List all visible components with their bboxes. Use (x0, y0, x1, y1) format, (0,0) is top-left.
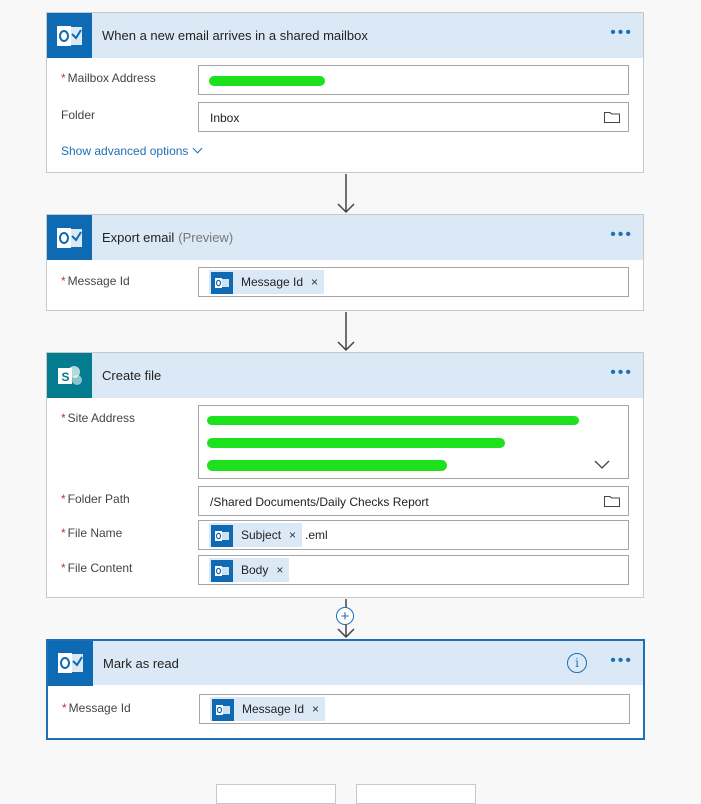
message-id-input[interactable]: Message Id × (198, 267, 629, 297)
redacted-value (207, 460, 447, 471)
field-label: * File Name (61, 526, 123, 540)
card-title: Mark as read (103, 655, 179, 671)
folder-row: Folder Inbox (61, 102, 631, 140)
required-marker: * (61, 561, 66, 575)
message-id-row: * Message Id Message Id × (62, 694, 632, 733)
file-extension: .eml (305, 528, 328, 542)
outlook-icon (47, 215, 92, 260)
remove-token-icon[interactable]: × (312, 702, 319, 716)
trigger-card-header[interactable]: When a new email arrives in a shared mai… (47, 13, 643, 58)
export-email-card: Export email (Preview) ••• * Message Id Me… (46, 214, 644, 311)
info-icon[interactable]: i (567, 653, 587, 673)
outlook-icon (211, 559, 233, 582)
redacted-value (207, 416, 579, 425)
remove-token-icon[interactable]: × (289, 528, 296, 542)
sharepoint-icon: S (47, 353, 92, 398)
export-email-card-header[interactable]: Export email (Preview) ••• (47, 215, 643, 260)
field-label: Folder (61, 108, 96, 122)
dynamic-content-token[interactable]: Message Id × (209, 270, 325, 294)
folder-path-input[interactable]: /Shared Documents/Daily Checks Report (198, 486, 629, 516)
field-label: * Message Id (61, 274, 130, 288)
site-address-row: * Site Address (61, 405, 631, 491)
token-label: Subject (241, 528, 282, 542)
create-file-card: S Create file ••• * Site Address * Folder … (46, 352, 644, 598)
trigger-card: When a new email arrives in a shared mai… (46, 12, 644, 173)
mark-as-read-card-header[interactable]: Mark as read i ••• (48, 640, 643, 686)
show-advanced-options-link[interactable]: Show advanced options (61, 143, 203, 158)
more-options-icon[interactable]: ••• (610, 227, 633, 243)
file-content-row: * File Content Body × (61, 555, 631, 593)
folder-icon[interactable] (604, 495, 620, 507)
remove-token-icon[interactable]: × (311, 275, 318, 289)
folder-icon[interactable] (604, 111, 620, 123)
field-label: * File Content (61, 561, 133, 575)
chevron-down-icon[interactable] (594, 460, 610, 470)
redacted-value (207, 438, 505, 448)
token-label: Message Id (241, 275, 304, 289)
dynamic-content-token[interactable]: Body × (209, 558, 290, 582)
folder-path-value: /Shared Documents/Daily Checks Report (210, 495, 429, 509)
message-id-row: * Message Id Message Id × (61, 267, 631, 306)
dynamic-content-token[interactable]: Subject × (209, 523, 303, 547)
create-file-card-header[interactable]: S Create file ••• (47, 353, 643, 398)
required-marker: * (61, 274, 66, 288)
add-step-icon[interactable]: + (336, 607, 354, 625)
down-arrow-icon (337, 312, 355, 352)
preview-tag: (Preview) (178, 230, 234, 245)
required-marker: * (61, 492, 66, 506)
field-label: * Mailbox Address (61, 71, 156, 85)
card-title: Create file (102, 368, 162, 383)
outlook-icon (48, 640, 93, 686)
required-marker: * (61, 526, 66, 540)
outlook-icon (212, 698, 234, 721)
field-label: * Site Address (61, 411, 136, 425)
outlook-icon (211, 271, 233, 294)
remove-token-icon[interactable]: × (276, 563, 283, 577)
down-arrow-icon (337, 174, 355, 214)
chevron-down-icon (192, 143, 203, 154)
file-content-input[interactable]: Body × (198, 555, 629, 585)
card-title: When a new email arrives in a shared mai… (102, 28, 368, 43)
save-button[interactable] (356, 784, 476, 804)
required-marker: * (62, 701, 67, 715)
svg-text:S: S (61, 370, 69, 384)
mailbox-address-row: * Mailbox Address (61, 65, 631, 103)
mark-as-read-card: Mark as read i ••• * Message Id Message I… (46, 639, 645, 740)
folder-value: Inbox (210, 111, 240, 125)
message-id-input[interactable]: Message Id × (199, 694, 630, 724)
required-marker: * (61, 71, 66, 85)
required-marker: * (61, 411, 66, 425)
more-options-icon[interactable]: ••• (610, 365, 633, 381)
folder-input[interactable]: Inbox (198, 102, 629, 132)
outlook-icon (47, 13, 92, 58)
outlook-icon (211, 524, 233, 547)
file-name-row: * File Name Subject × .eml (61, 520, 631, 558)
mailbox-address-input[interactable] (198, 65, 629, 95)
field-label: * Folder Path (61, 492, 130, 506)
more-options-icon[interactable]: ••• (610, 25, 633, 41)
redacted-value (209, 76, 325, 86)
token-label: Body (241, 563, 269, 577)
token-label: Message Id (242, 702, 305, 716)
field-label: * Message Id (62, 701, 131, 715)
new-step-button[interactable] (216, 784, 336, 804)
file-name-input[interactable]: Subject × .eml (198, 520, 629, 550)
card-title: Export email (Preview) (102, 230, 234, 245)
site-address-input[interactable] (198, 405, 629, 479)
dynamic-content-token[interactable]: Message Id × (210, 697, 326, 721)
more-options-icon[interactable]: ••• (610, 653, 633, 669)
